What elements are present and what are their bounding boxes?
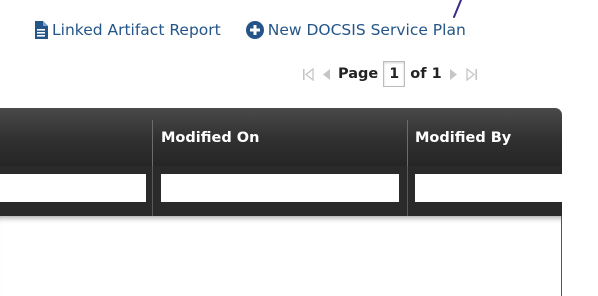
- column-header-modified-by[interactable]: Modified By: [415, 130, 511, 146]
- filter-row: [0, 166, 562, 216]
- modified-by-filter-input[interactable]: [415, 174, 562, 202]
- filter-input-partial[interactable]: [0, 174, 146, 202]
- last-page-button[interactable]: [464, 67, 480, 81]
- grid-body: [0, 216, 562, 296]
- grid-header: Modified On Modified By: [0, 108, 562, 166]
- previous-page-button[interactable]: [318, 68, 334, 81]
- toolbar-links: Linked Artifact Report New DOCSIS Servic…: [34, 18, 466, 42]
- next-page-icon: [450, 68, 458, 80]
- first-page-button[interactable]: [300, 67, 316, 81]
- page-number-input[interactable]: [383, 61, 406, 87]
- previous-page-icon: [322, 68, 330, 80]
- pager: Page of 1: [300, 61, 480, 87]
- next-page-button[interactable]: [447, 68, 461, 81]
- page-label: Page: [338, 66, 379, 82]
- column-divider: [407, 120, 408, 166]
- last-page-icon: [466, 67, 477, 81]
- annotation-pointer-line: [453, 0, 462, 18]
- new-docsis-service-plan-label: New DOCSIS Service Plan: [267, 21, 466, 39]
- first-page-icon: [303, 67, 314, 81]
- document-icon: [35, 21, 48, 39]
- linked-artifact-report-link[interactable]: Linked Artifact Report: [34, 21, 221, 39]
- plus-circle-icon: [245, 21, 264, 39]
- column-header-modified-on[interactable]: Modified On: [161, 130, 259, 146]
- filter-divider: [407, 166, 408, 216]
- filter-divider: [152, 166, 153, 216]
- service-plan-grid: Modified On Modified By: [0, 108, 562, 296]
- modified-on-filter-input[interactable]: [161, 174, 399, 202]
- linked-artifact-report-label: Linked Artifact Report: [52, 21, 221, 39]
- new-docsis-service-plan-link[interactable]: New DOCSIS Service Plan: [245, 21, 466, 39]
- page-count-label: of 1: [410, 66, 442, 82]
- column-divider: [152, 120, 153, 166]
